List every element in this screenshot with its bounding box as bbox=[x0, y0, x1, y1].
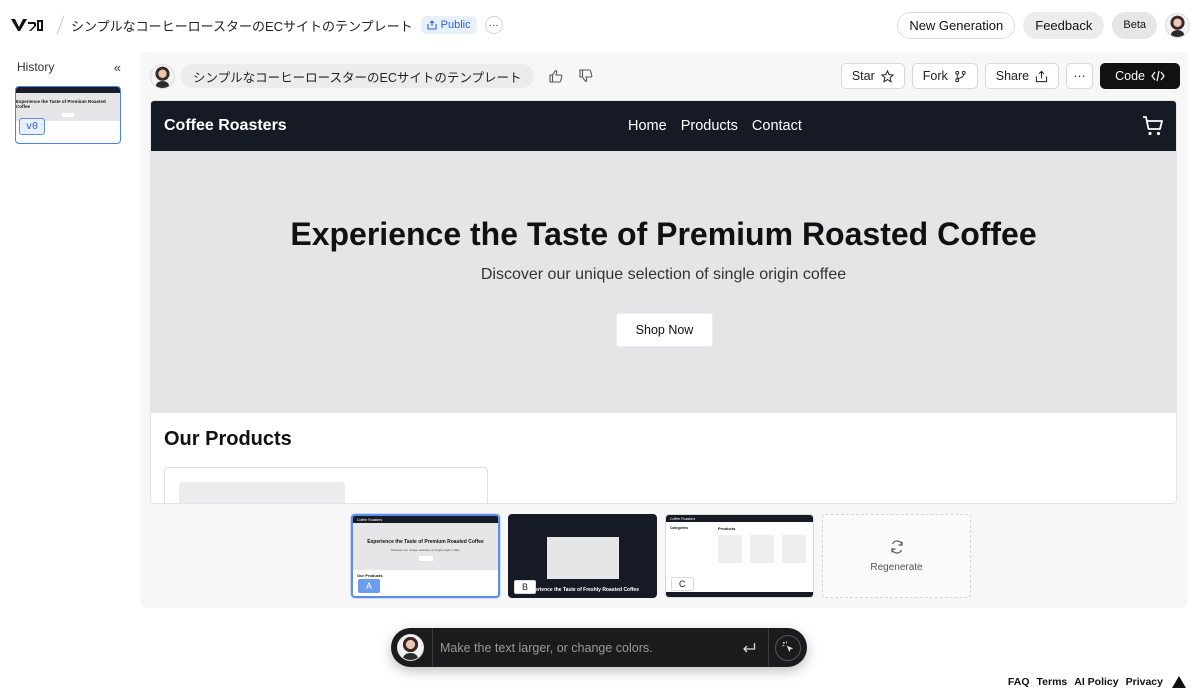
prompt-author-avatar bbox=[150, 63, 175, 89]
v0-logo-icon[interactable] bbox=[10, 14, 46, 36]
beta-badge[interactable]: Beta bbox=[1112, 11, 1157, 39]
regenerate-button[interactable]: Regenerate bbox=[822, 514, 971, 598]
nav-link-contact[interactable]: Contact bbox=[752, 118, 802, 134]
footer-link-terms[interactable]: Terms bbox=[1037, 676, 1068, 688]
chat-divider bbox=[432, 628, 433, 667]
nav-link-home[interactable]: Home bbox=[628, 118, 667, 134]
variant-c-categories: Categories bbox=[670, 526, 689, 530]
nav-link-products[interactable]: Products bbox=[681, 118, 738, 134]
feedback-button[interactable]: Feedback bbox=[1023, 11, 1105, 39]
thumbs-down-icon[interactable] bbox=[578, 68, 594, 84]
footer-link-privacy[interactable]: Privacy bbox=[1126, 676, 1163, 688]
more-options-button[interactable]: ··· bbox=[1066, 63, 1094, 89]
variant-c-tag: C bbox=[671, 577, 694, 591]
variant-c-brand: Coffee Roasters bbox=[670, 516, 696, 521]
variant-a-title: Experience the Taste of Premium Roasted … bbox=[367, 539, 484, 545]
star-icon bbox=[880, 69, 894, 83]
regenerate-label: Regenerate bbox=[870, 561, 923, 573]
generation-toolbar: シンプルなコーヒーロースターのECサイトのテンプレート Star Fork Sh… bbox=[150, 62, 1180, 90]
variant-a-tag: A bbox=[358, 579, 381, 593]
enter-icon[interactable] bbox=[738, 637, 760, 659]
code-button[interactable]: Code bbox=[1100, 63, 1180, 89]
hero-title: Experience the Taste of Premium Roasted … bbox=[290, 216, 1037, 252]
star-button[interactable]: Star bbox=[840, 63, 905, 89]
chat-input[interactable] bbox=[440, 632, 738, 663]
product-card[interactable] bbox=[164, 467, 488, 503]
chat-input-bar bbox=[391, 628, 807, 667]
element-picker-icon[interactable] bbox=[775, 634, 801, 661]
new-generation-button[interactable]: New Generation bbox=[897, 11, 1016, 39]
project-title[interactable]: シンプルなコーヒーロースターのECサイトのテンプレート bbox=[71, 16, 413, 35]
share-arrow-icon bbox=[427, 20, 437, 30]
collapse-sidebar-icon[interactable]: « bbox=[114, 60, 121, 75]
chat-user-avatar bbox=[397, 634, 424, 661]
hero-section: Experience the Taste of Premium Roasted … bbox=[151, 151, 1176, 413]
project-menu-button[interactable]: ··· bbox=[484, 16, 503, 34]
fork-label: Fork bbox=[922, 69, 948, 83]
refresh-icon bbox=[890, 539, 903, 554]
history-thumb-title: Experience the Taste of Premium Roasted … bbox=[16, 99, 106, 109]
top-bar: シンプルなコーヒーロースターのECサイトのテンプレート Public ··· N… bbox=[0, 0, 1200, 50]
code-icon bbox=[1151, 70, 1165, 82]
vercel-triangle-icon[interactable] bbox=[1172, 676, 1186, 688]
prompt-text[interactable]: シンプルなコーヒーロースターのECサイトのテンプレート bbox=[181, 64, 534, 88]
main-panel: シンプルなコーヒーロースターのECサイトのテンプレート Star Fork Sh… bbox=[140, 52, 1188, 608]
cart-icon[interactable] bbox=[1142, 115, 1164, 137]
share-label: Share bbox=[995, 69, 1030, 83]
products-heading: Our Products bbox=[164, 428, 292, 450]
site-brand[interactable]: Coffee Roasters bbox=[164, 117, 287, 135]
chat-divider-2 bbox=[768, 628, 769, 667]
variant-b[interactable]: Experience the Taste of Freshly Roasted … bbox=[508, 514, 657, 598]
product-image-placeholder bbox=[179, 482, 345, 503]
share-button[interactable]: Share bbox=[984, 63, 1060, 89]
history-version-thumbnail[interactable]: Experience the Taste of Premium Roasted … bbox=[15, 86, 121, 144]
history-sidebar: History « Experience the Taste of Premiu… bbox=[11, 54, 127, 149]
history-title: History bbox=[17, 60, 55, 74]
hero-subtitle: Discover our unique selection of single … bbox=[480, 266, 847, 283]
generation-variants: Coffee Roasters Experience the Taste of … bbox=[351, 514, 971, 600]
variant-a[interactable]: Coffee Roasters Experience the Taste of … bbox=[351, 514, 500, 598]
thumbs-up-icon[interactable] bbox=[548, 68, 564, 84]
variant-a-subtitle: Discover our unique selection of single … bbox=[391, 548, 460, 552]
footer-links: FAQ Terms AI Policy Privacy bbox=[1008, 676, 1186, 688]
variant-b-tag: B bbox=[514, 580, 537, 594]
variant-a-brand: Coffee Roasters bbox=[357, 517, 383, 522]
fork-icon bbox=[955, 70, 966, 82]
version-tag: v0 bbox=[19, 118, 46, 135]
shop-now-button[interactable]: Shop Now bbox=[616, 313, 713, 347]
website-preview: Coffee Roasters Home Products Contact Ex… bbox=[150, 100, 1177, 504]
fork-button[interactable]: Fork bbox=[911, 63, 978, 89]
code-label: Code bbox=[1115, 69, 1145, 83]
title-divider bbox=[56, 15, 65, 35]
visibility-label: Public bbox=[440, 19, 471, 31]
variant-c[interactable]: Coffee Roasters Categories Products C bbox=[665, 514, 814, 598]
star-label: Star bbox=[851, 69, 875, 83]
upload-icon bbox=[1035, 70, 1048, 82]
site-navbar: Coffee Roasters Home Products Contact bbox=[151, 101, 1176, 151]
visibility-badge[interactable]: Public bbox=[420, 16, 477, 34]
footer-link-ai-policy[interactable]: AI Policy bbox=[1074, 676, 1118, 688]
footer-link-faq[interactable]: FAQ bbox=[1008, 676, 1030, 688]
user-avatar[interactable] bbox=[1165, 12, 1190, 38]
variant-c-section: Products bbox=[718, 526, 736, 531]
